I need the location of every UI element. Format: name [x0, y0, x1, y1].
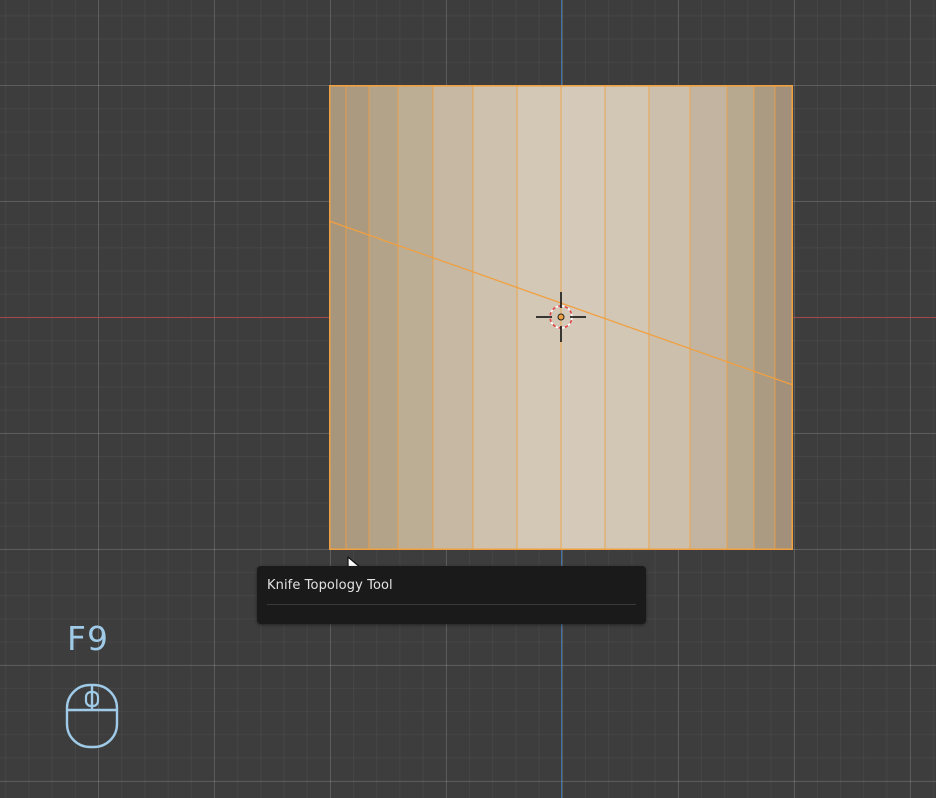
mesh-face	[398, 85, 433, 550]
3d-cursor-icon[interactable]	[535, 291, 587, 343]
3d-viewport[interactable]: Knife Topology Tool F9	[0, 0, 936, 798]
mesh-face	[754, 85, 775, 550]
tooltip-title: Knife Topology Tool	[267, 578, 393, 593]
mesh-face	[369, 85, 398, 550]
keystroke-key-label: F9	[67, 619, 109, 658]
mesh-face	[605, 85, 649, 550]
mesh-face	[346, 85, 369, 550]
tooltip-divider	[267, 604, 636, 605]
mesh-face	[775, 85, 793, 550]
mesh-face	[329, 85, 346, 550]
mesh-face	[473, 85, 517, 550]
operator-tooltip: Knife Topology Tool	[257, 566, 646, 624]
mesh-face	[433, 85, 473, 550]
mesh-face	[727, 85, 754, 550]
mesh-face	[649, 85, 690, 550]
mesh-face	[690, 85, 727, 550]
mouse-icon	[65, 683, 119, 749]
